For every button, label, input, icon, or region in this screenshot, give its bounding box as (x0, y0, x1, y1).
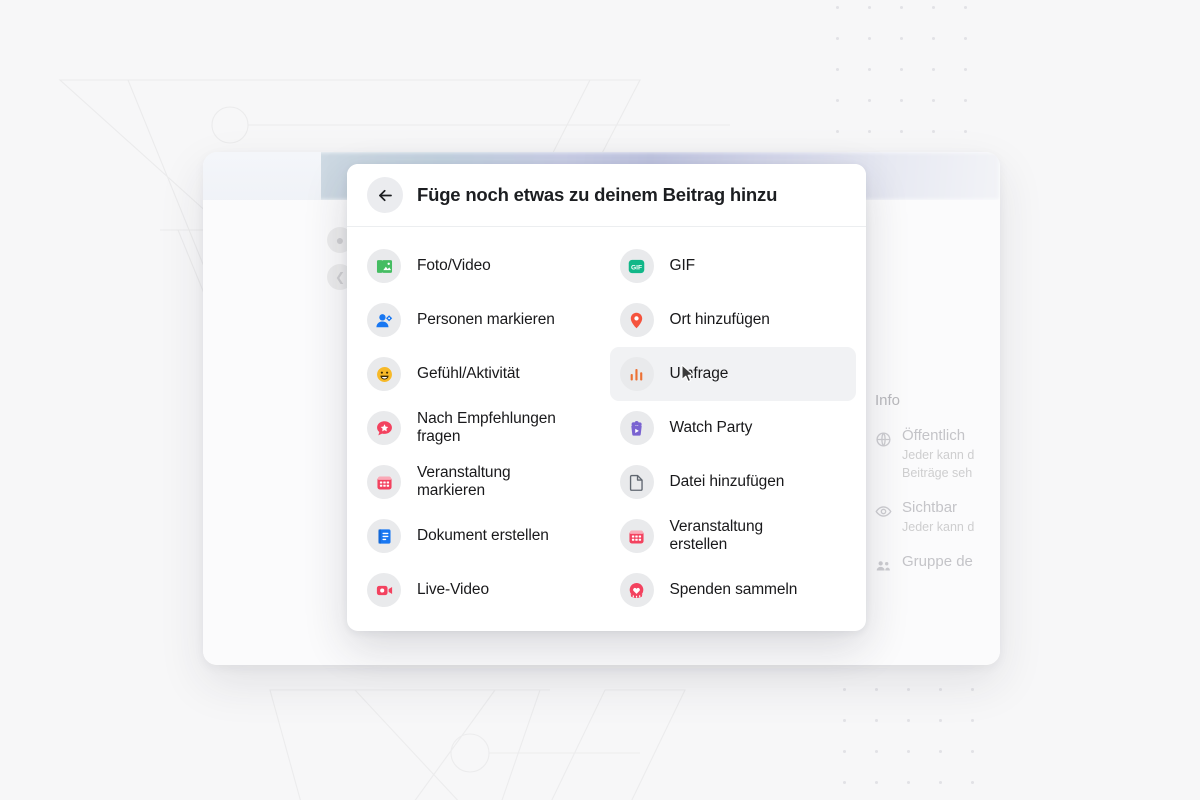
info-sub-public-1: Jeder kann d (902, 447, 975, 462)
option-label: Gefühl/Aktivität (417, 364, 520, 382)
fundraiser-heart-icon (629, 582, 644, 598)
add-to-post-dialog: Füge noch etwas zu deinem Beitrag hinzu … (347, 164, 866, 631)
recommendation-icon (367, 411, 401, 445)
feeling-activity-icon (367, 357, 401, 391)
tag-event-icon (376, 476, 392, 489)
gif-icon: GIF (628, 259, 645, 273)
option-label: Live-Video (417, 580, 489, 598)
dot-grid-bottom-right (843, 688, 1023, 798)
info-sub-visible-1: Jeder kann d (902, 519, 975, 534)
create-document-icon (377, 528, 391, 544)
option-gif[interactable]: GIF GIF (610, 239, 857, 293)
tag-people-icon (375, 313, 392, 327)
poll-bars-icon (619, 357, 654, 391)
attach-file-icon (619, 465, 654, 499)
option-foto-video[interactable]: Foto/Video (357, 239, 604, 293)
dialog-title: Füge noch etwas zu deinem Beitrag hinzu (417, 184, 778, 205)
people-icon (876, 561, 890, 571)
option-label: Spenden sammeln (669, 580, 798, 598)
option-datei-hinzufugen[interactable]: Datei hinzufügen (610, 455, 857, 509)
watch-party-icon (631, 420, 642, 436)
dot-grid-top-right (836, 6, 1016, 166)
info-label-visible: Sichtbar (902, 499, 958, 516)
arrow-left-icon (378, 189, 392, 201)
create-document-icon (367, 519, 401, 553)
create-event-icon (629, 530, 644, 543)
option-gefuhl-aktivitat[interactable]: Gefühl/Aktivität (357, 347, 604, 401)
fundraiser-heart-icon (619, 573, 654, 607)
option-label: GIF (669, 256, 696, 274)
info-row-group: Gruppe de (875, 553, 1000, 574)
option-umfrage[interactable]: Umfrage (609, 347, 856, 401)
option-label: Datei hinzufügen (669, 472, 785, 490)
watch-party-icon (619, 411, 654, 445)
option-label: Veranstaltung markieren (417, 463, 511, 499)
info-label-group: Gruppe de (902, 552, 973, 570)
attach-file-icon (629, 474, 643, 491)
option-veranstaltung-erstellen[interactable]: Veranstaltung erstellen (610, 509, 857, 563)
option-label: Umfrage (669, 364, 729, 382)
globe-icon (876, 432, 891, 447)
location-pin-icon (630, 312, 643, 328)
option-dokument-erstellen[interactable]: Dokument erstellen (357, 509, 604, 563)
location-pin-icon (619, 303, 654, 337)
options-grid: Foto/Video GIF GIF Personen markieren Ort… (347, 227, 866, 631)
option-personen-markieren[interactable]: Personen markieren (357, 293, 604, 347)
option-label: Foto/Video (417, 256, 491, 274)
option-label: Veranstaltung erstellen (669, 517, 764, 553)
option-nach-empfehlungen-fragen[interactable]: Nach Empfehlungen fragen (357, 401, 604, 455)
option-ort-hinzufugen[interactable]: Ort hinzufügen (610, 293, 857, 347)
create-event-icon (619, 519, 654, 553)
info-label-public: Öffentlich (902, 427, 966, 444)
tag-people-icon (367, 303, 401, 337)
poll-bars-icon (630, 368, 643, 381)
option-label: Ort hinzufügen (669, 310, 770, 328)
recommendation-icon (376, 420, 392, 435)
tag-event-icon (367, 465, 401, 499)
option-veranstaltung-markieren[interactable]: Veranstaltung markieren (357, 455, 604, 509)
option-live-video[interactable]: Live-Video (357, 563, 604, 617)
info-row-visible: Sichtbar Jeder kann d (875, 499, 1000, 536)
info-row-public: Öffentlich Jeder kann d Beiträge seh (875, 427, 1000, 482)
option-label: Nach Empfehlungen fragen (417, 409, 556, 445)
option-watch-party[interactable]: Watch Party (610, 401, 857, 455)
photo-video-icon (367, 249, 401, 283)
option-label: Watch Party (669, 418, 753, 436)
option-label: Dokument erstellen (417, 526, 549, 544)
option-label: Personen markieren (417, 310, 555, 328)
info-panel-title: Info (875, 392, 901, 409)
svg-text:GIF: GIF (631, 264, 642, 271)
vh-logo-outline-bottom (269, 689, 686, 800)
feeling-activity-icon (376, 366, 392, 382)
live-video-icon (367, 573, 401, 607)
eye-icon (875, 506, 892, 517)
info-panel: Info Öffentlich Jeder kann d Beiträge se… (875, 392, 1000, 591)
back-button[interactable] (367, 177, 403, 213)
option-spenden-sammeln[interactable]: Spenden sammeln (610, 563, 857, 617)
dialog-header: Füge noch etwas zu deinem Beitrag hinzu (347, 164, 866, 227)
photo-video-icon (376, 259, 392, 273)
live-video-icon (376, 585, 392, 595)
gif-icon: GIF (619, 249, 654, 283)
info-sub-public-2: Beiträge seh (902, 465, 973, 480)
